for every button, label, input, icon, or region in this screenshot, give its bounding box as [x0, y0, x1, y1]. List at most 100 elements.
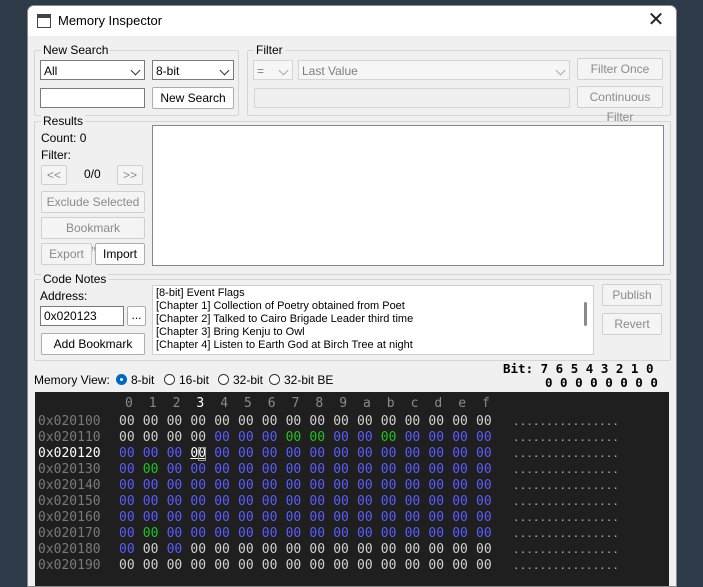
hex-byte-cell[interactable]: 00 — [119, 494, 135, 510]
hex-byte-cell[interactable]: 00 — [190, 494, 206, 510]
hex-byte-cell[interactable]: 00 — [286, 558, 302, 574]
hex-byte-cell[interactable]: 00 — [309, 478, 325, 494]
hex-byte-cell[interactable]: 00 — [333, 542, 349, 558]
hex-byte-cell[interactable]: 00 — [143, 462, 159, 478]
hex-byte-cell[interactable]: 00 — [143, 494, 159, 510]
hex-byte-cell[interactable]: 00 — [238, 414, 254, 430]
hex-byte-cell[interactable]: 00 — [428, 542, 444, 558]
hex-byte-cell[interactable]: 00 — [119, 478, 135, 494]
hex-byte-cell[interactable]: 00 — [119, 510, 135, 526]
address-input[interactable]: 0x020123 — [40, 306, 124, 326]
hex-byte-cell[interactable]: 00 — [286, 542, 302, 558]
hex-byte-cell[interactable]: 00 — [357, 558, 373, 574]
view-32bit-be-radio[interactable] — [269, 374, 280, 385]
hex-byte-cell[interactable]: 00 — [357, 494, 373, 510]
hex-byte-cell[interactable]: 00 — [309, 542, 325, 558]
hex-byte-cell[interactable]: 00 — [428, 526, 444, 542]
hex-byte-cell[interactable]: 00 — [143, 430, 159, 446]
hex-byte-cell[interactable]: 00 — [333, 446, 349, 462]
hex-byte-cell[interactable]: 00 — [167, 430, 183, 446]
hex-byte-cell[interactable]: 00 — [214, 414, 230, 430]
results-next-button[interactable]: >> — [117, 165, 143, 185]
hex-byte-cell[interactable]: 00 — [286, 526, 302, 542]
hex-byte-cell[interactable]: 00 — [476, 462, 492, 478]
hex-byte-cell[interactable]: 00 — [452, 510, 468, 526]
hex-byte-cell[interactable]: 00 — [238, 510, 254, 526]
search-value-input[interactable] — [40, 88, 145, 108]
exclude-selected-button[interactable]: Exclude Selected — [41, 191, 145, 213]
hex-byte-cell[interactable]: 00 — [309, 414, 325, 430]
filter-mode-dropdown[interactable]: Last Value — [298, 60, 570, 80]
results-list[interactable] — [152, 125, 664, 266]
hex-byte-cell[interactable]: 00 — [309, 494, 325, 510]
hex-byte-cell[interactable]: 00 — [167, 526, 183, 542]
search-size-dropdown[interactable]: 8-bit — [152, 60, 234, 80]
view-16bit-radio[interactable] — [164, 374, 175, 385]
hex-byte-cell[interactable]: 00 — [381, 526, 397, 542]
hex-byte-cell[interactable]: 00 — [452, 414, 468, 430]
hex-byte-cell[interactable]: 00 — [476, 430, 492, 446]
hex-byte-cell[interactable]: 00 — [405, 430, 421, 446]
hex-byte-cell[interactable]: 00 — [428, 430, 444, 446]
hex-byte-cell[interactable]: 00 — [238, 462, 254, 478]
hex-byte-cell[interactable]: 00 — [452, 430, 468, 446]
hex-byte-cell[interactable]: 00 — [286, 510, 302, 526]
hex-byte-cell[interactable]: 00 — [238, 430, 254, 446]
hex-byte-cell[interactable]: 00 — [143, 446, 159, 462]
continuous-filter-button[interactable]: Continuous Filter — [577, 86, 663, 124]
hex-byte-cell[interactable]: 00 — [190, 478, 206, 494]
hex-byte-cell[interactable]: 00 — [143, 526, 159, 542]
hex-byte-cell[interactable]: 00 — [476, 542, 492, 558]
hex-byte-cell[interactable]: 00 — [309, 558, 325, 574]
hex-byte-cell[interactable]: 00 — [190, 558, 206, 574]
hex-byte-cell[interactable]: 00 — [428, 558, 444, 574]
hex-byte-cell[interactable]: 00 — [119, 542, 135, 558]
hex-byte-cell[interactable]: 00 — [238, 542, 254, 558]
hex-byte-cell[interactable]: 00 — [143, 478, 159, 494]
hex-byte-cell[interactable]: 00 — [381, 414, 397, 430]
hex-byte-cell[interactable]: 00 — [381, 446, 397, 462]
hex-byte-cell[interactable]: 00 — [143, 558, 159, 574]
hex-byte-cell[interactable]: 00 — [309, 526, 325, 542]
hex-byte-cell[interactable]: 00 — [214, 478, 230, 494]
hex-byte-cell[interactable]: 00 — [428, 446, 444, 462]
hex-byte-cell[interactable]: 00 — [405, 542, 421, 558]
hex-byte-cell[interactable]: 00 — [357, 430, 373, 446]
notes-scrollbar[interactable] — [584, 302, 587, 326]
view-8bit-radio[interactable] — [116, 374, 127, 385]
hex-byte-cell[interactable]: 00 — [190, 510, 206, 526]
hex-byte-cell[interactable]: 00 — [333, 494, 349, 510]
hex-byte-cell[interactable]: 00 — [333, 478, 349, 494]
hex-byte-cell[interactable]: 00 — [452, 494, 468, 510]
hex-byte-cell[interactable]: 00 — [357, 478, 373, 494]
hex-byte-cell[interactable]: 00 — [143, 542, 159, 558]
hex-byte-cell[interactable]: 00 — [476, 414, 492, 430]
hex-byte-cell[interactable]: 00 — [405, 478, 421, 494]
hex-byte-cell[interactable]: 00 — [190, 430, 206, 446]
hex-byte-cell[interactable]: 00 — [286, 462, 302, 478]
hex-byte-cell[interactable]: 00 — [333, 526, 349, 542]
hex-byte-cell[interactable]: 00 — [262, 510, 278, 526]
hex-byte-cell[interactable]: 00 — [357, 542, 373, 558]
hex-byte-cell[interactable]: 00 — [119, 558, 135, 574]
hex-byte-cell[interactable]: 00 — [381, 494, 397, 510]
hex-byte-cell[interactable]: 00 — [214, 542, 230, 558]
hex-byte-cell[interactable]: 00 — [190, 462, 206, 478]
hex-byte-cell[interactable]: 00 — [214, 430, 230, 446]
hex-byte-cell[interactable]: 00 — [167, 446, 183, 462]
hex-byte-cell[interactable]: 00 — [476, 558, 492, 574]
hex-byte-cell[interactable]: 00 — [286, 414, 302, 430]
filter-value-input[interactable] — [254, 88, 570, 108]
hex-byte-cell[interactable]: 00 — [405, 446, 421, 462]
hex-byte-cell[interactable]: 00 — [262, 542, 278, 558]
hex-byte-cell[interactable]: 00 — [143, 510, 159, 526]
hex-byte-cell[interactable]: 00 — [405, 510, 421, 526]
hex-byte-cell[interactable]: 00 — [357, 510, 373, 526]
hex-byte-cell[interactable]: 00 — [214, 494, 230, 510]
hex-byte-cell[interactable]: 00 — [119, 462, 135, 478]
hex-byte-cell[interactable]: 00 — [119, 446, 135, 462]
hex-byte-cell[interactable]: 00 — [167, 414, 183, 430]
hex-byte-cell[interactable]: 00 — [357, 414, 373, 430]
hex-byte-cell[interactable]: 00 — [452, 478, 468, 494]
filter-once-button[interactable]: Filter Once — [577, 58, 663, 80]
